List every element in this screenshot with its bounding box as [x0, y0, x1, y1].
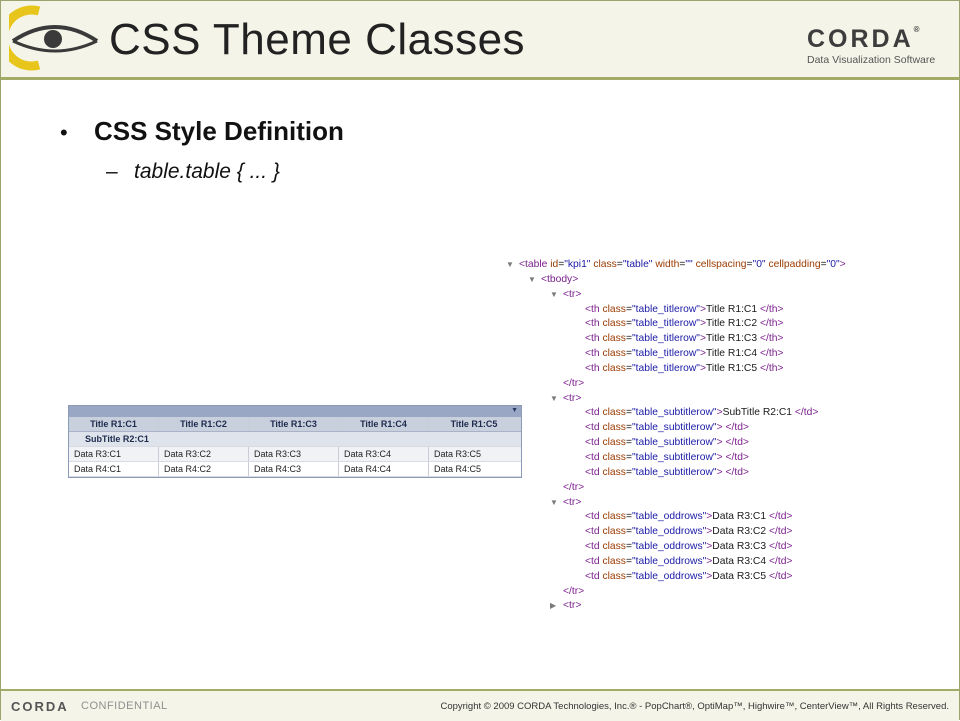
code-text: <td class="table_oddrows">Data R3:C5 </t…: [585, 570, 793, 582]
subtitle-cell: SubTitle R2:C1: [85, 434, 149, 444]
data-cell: Data R4:C1: [69, 462, 159, 476]
code-text: <td class="table_subtitlerow"> </td>: [585, 437, 749, 449]
expand-triangle-icon[interactable]: ▼: [550, 392, 558, 407]
code-line: ▼ <tr>: [506, 392, 946, 407]
code-line: ▼ <table id="kpi1" class="table" width=""…: [506, 258, 946, 273]
code-line: ▼ <tr>: [506, 496, 946, 511]
code-line: <td class="table_oddrows">Data R3:C4 </t…: [506, 555, 946, 570]
code-text: <th class="table_titlerow">Title R1:C2 <…: [585, 318, 784, 330]
code-text: <td class="table_subtitlerow"> </td>: [585, 466, 749, 478]
footer-copyright: Copyright © 2009 CORDA Technologies, Inc…: [440, 701, 949, 712]
code-line: <td class="table_subtitlerow"> </td>: [506, 436, 946, 451]
code-line: <td class="table_oddrows">Data R3:C1 </t…: [506, 510, 946, 525]
dash-icon: –: [106, 160, 118, 183]
data-cell: Data R3:C4: [339, 447, 429, 461]
table-row: Data R3:C1 Data R3:C2 Data R3:C3 Data R3…: [69, 447, 521, 462]
brand-name: CORDA: [807, 25, 914, 53]
data-cell: Data R4:C5: [434, 464, 482, 474]
code-text: <td class="table_subtitlerow"> </td>: [585, 451, 749, 463]
code-text: <th class="table_titlerow">Title R1:C1 <…: [585, 303, 784, 315]
code-text: <th class="table_titlerow">Title R1:C3 <…: [585, 333, 784, 345]
table-row: Data R4:C1 Data R4:C2 Data R4:C3 Data R4…: [69, 462, 521, 477]
table-toolbar: ▼: [69, 406, 521, 417]
code-line: ▼ <tr>: [506, 288, 946, 303]
code-text: <td class="table_subtitlerow"> </td>: [585, 422, 749, 434]
slide-title: CSS Theme Classes: [109, 15, 526, 64]
code-line: <th class="table_titlerow">Title R1:C4 <…: [506, 347, 946, 362]
code-text: </tr>: [563, 585, 585, 597]
brand-tagline: Data Visualization Software: [807, 54, 936, 66]
data-cell: Data R3:C1: [69, 447, 159, 461]
code-line: <td class="table_subtitlerow">SubTitle R…: [506, 406, 946, 421]
corda-eye-logo-icon: [9, 5, 99, 71]
data-cell: Data R4:C2: [159, 462, 249, 476]
code-line: <th class="table_titlerow">Title R1:C2 <…: [506, 317, 946, 332]
footer-brand: CORDA: [11, 699, 69, 714]
title-cell: Title R1:C5: [450, 419, 498, 429]
code-line: <td class="table_oddrows">Data R3:C3 </t…: [506, 540, 946, 555]
code-line: ▼ <tbody>: [506, 273, 946, 288]
code-line: <td class="table_subtitlerow"> </td>: [506, 421, 946, 436]
rendered-table: ▼ Title R1:C1 Title R1:C2 Title R1:C3 Ti…: [68, 405, 522, 478]
slide-header: CSS Theme Classes CORDA® Data Visualizat…: [1, 1, 959, 80]
data-cell: Data R4:C3: [249, 462, 339, 476]
code-text: <tr>: [563, 600, 582, 612]
bullet-text: CSS Style Definition: [94, 116, 344, 146]
table-subtitle-row: SubTitle R2:C1: [69, 432, 521, 447]
sub-bullet-item: – table.table { ... }: [106, 160, 280, 184]
bullet-item: • CSS Style Definition: [60, 116, 344, 147]
code-text: <td class="table_oddrows">Data R3:C3 </t…: [585, 541, 793, 553]
code-text: <tbody>: [541, 273, 579, 285]
code-line: <td class="table_oddrows">Data R3:C2 </t…: [506, 525, 946, 540]
code-text: <td class="table_oddrows">Data R3:C4 </t…: [585, 555, 793, 567]
code-text: <th class="table_titlerow">Title R1:C4 <…: [585, 348, 784, 360]
data-cell: Data R3:C2: [159, 447, 249, 461]
slide-footer: CORDA CONFIDENTIAL Copyright © 2009 CORD…: [1, 689, 959, 721]
code-line: </tr>: [506, 585, 946, 600]
code-text: <tr>: [563, 392, 582, 404]
code-text: <td class="table_subtitlerow">SubTitle R…: [585, 407, 819, 419]
title-cell: Title R1:C4: [339, 417, 429, 431]
code-line: <td class="table_subtitlerow"> </td>: [506, 466, 946, 481]
table-title-row: Title R1:C1 Title R1:C2 Title R1:C3 Titl…: [69, 417, 521, 432]
footer-confidential: CONFIDENTIAL: [81, 700, 168, 712]
code-text: <td class="table_oddrows">Data R3:C2 </t…: [585, 526, 793, 538]
bullet-dot-icon: •: [60, 120, 68, 145]
code-line: <td class="table_subtitlerow"> </td>: [506, 451, 946, 466]
expand-triangle-icon[interactable]: ▼: [506, 258, 514, 273]
expand-triangle-icon[interactable]: ▼: [550, 288, 558, 303]
collapse-triangle-icon[interactable]: ▶: [550, 599, 556, 614]
code-line: <th class="table_titlerow">Title R1:C3 <…: [506, 332, 946, 347]
title-cell: Title R1:C2: [159, 417, 249, 431]
title-cell: Title R1:C1: [69, 417, 159, 431]
code-text: <table id="kpi1" class="table" width="" …: [519, 259, 846, 270]
code-line: <th class="table_titlerow">Title R1:C1 <…: [506, 303, 946, 318]
expand-triangle-icon[interactable]: ▼: [550, 496, 558, 511]
brand-reg: ®: [913, 25, 920, 34]
code-text: <tr>: [563, 288, 582, 300]
dropdown-arrow-icon[interactable]: ▼: [511, 407, 518, 414]
code-text: <th class="table_titlerow">Title R1:C5 <…: [585, 362, 784, 374]
title-cell: Title R1:C3: [249, 417, 339, 431]
code-line: ▶ <tr>: [506, 599, 946, 614]
data-cell: Data R3:C3: [249, 447, 339, 461]
code-line: </tr>: [506, 377, 946, 392]
code-text: </tr>: [563, 377, 585, 389]
data-cell: Data R3:C5: [434, 449, 482, 459]
expand-triangle-icon[interactable]: ▼: [528, 273, 536, 288]
code-line: <td class="table_oddrows">Data R3:C5 </t…: [506, 570, 946, 585]
code-line: <th class="table_titlerow">Title R1:C5 <…: [506, 362, 946, 377]
dom-inspector-code: ▼ <table id="kpi1" class="table" width=""…: [506, 258, 946, 614]
code-text: <tr>: [563, 496, 582, 508]
code-text: </tr>: [563, 481, 585, 493]
sub-bullet-text: table.table { ... }: [134, 160, 280, 183]
data-cell: Data R4:C4: [339, 462, 429, 476]
corda-brand: CORDA® Data Visualization Software: [807, 25, 949, 66]
code-line: </tr>: [506, 481, 946, 496]
code-text: <td class="table_oddrows">Data R3:C1 </t…: [585, 511, 793, 523]
